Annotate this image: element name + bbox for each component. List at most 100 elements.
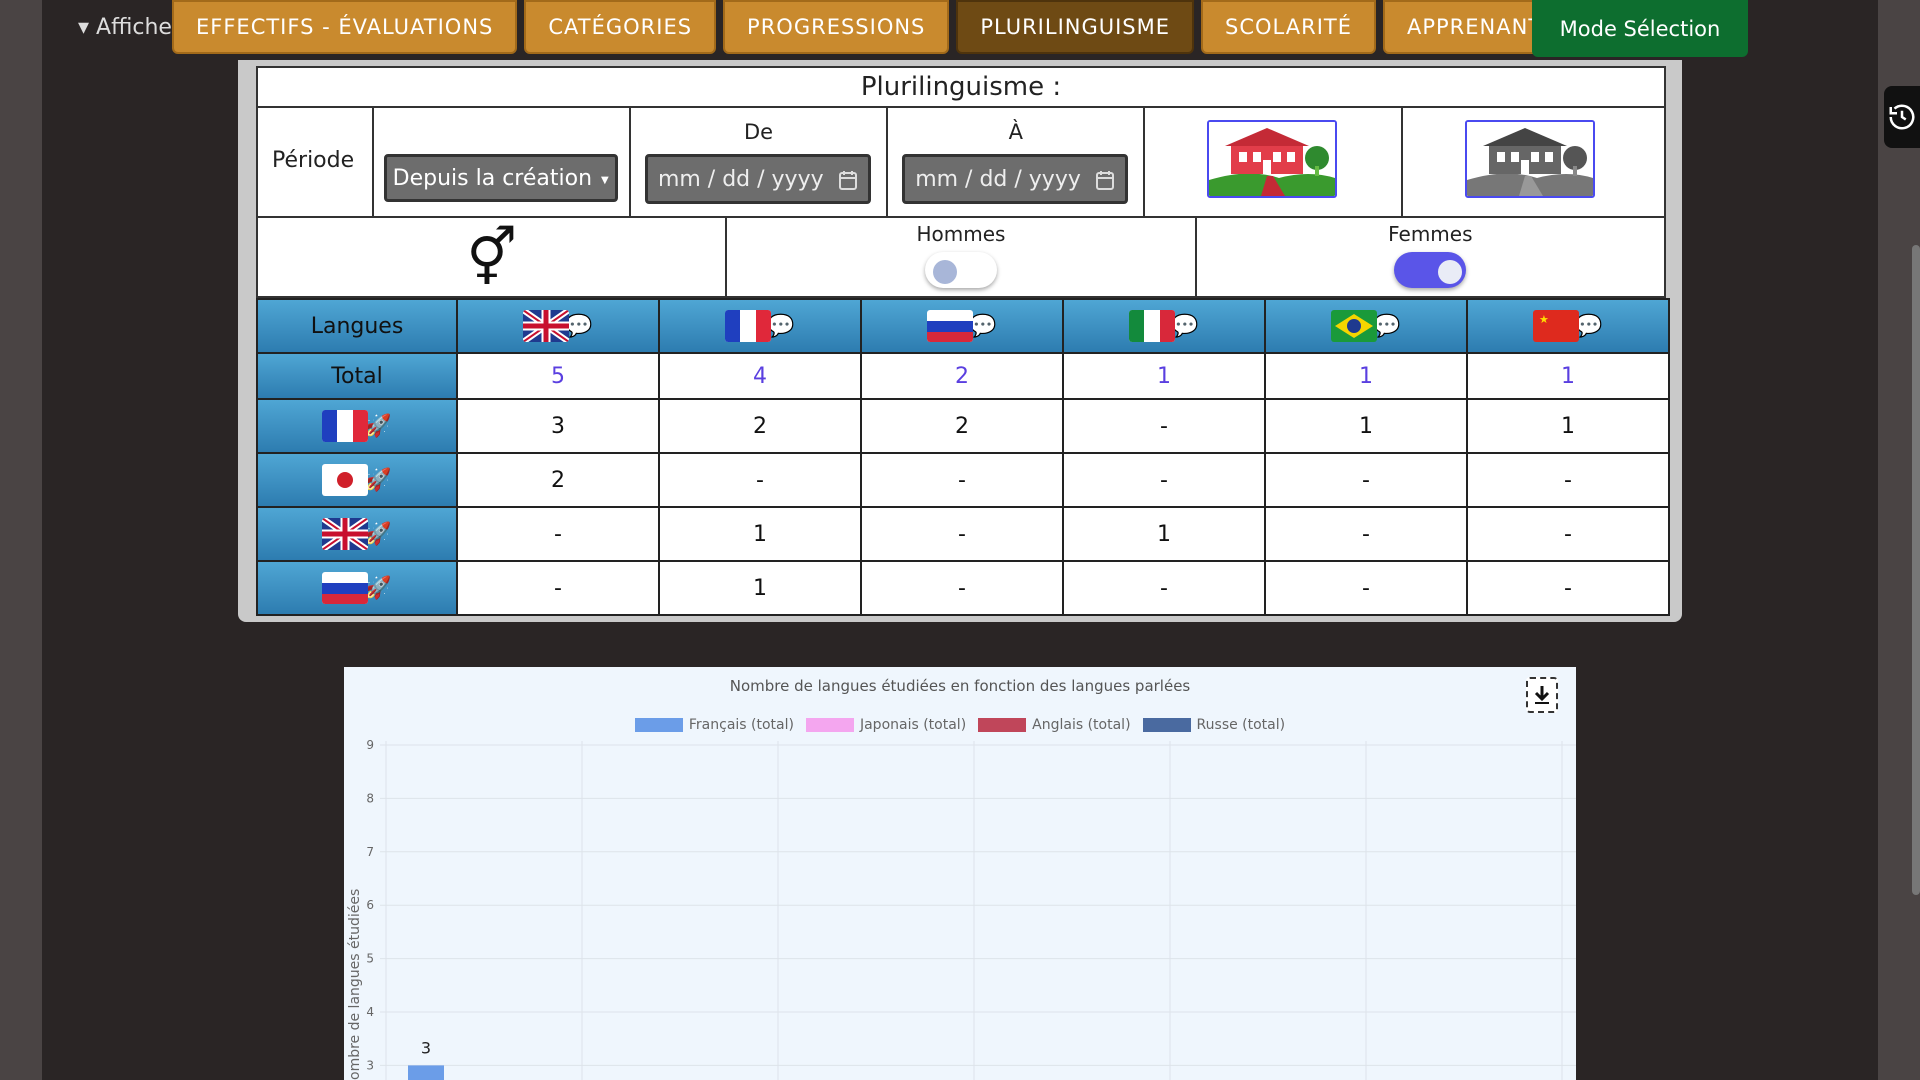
speech-bubble-icon: 💬 bbox=[969, 313, 997, 339]
table-cell: - bbox=[1062, 398, 1266, 454]
calendar-icon[interactable] bbox=[838, 169, 858, 191]
table-cell: - bbox=[658, 452, 862, 508]
date-to-input[interactable]: mm / dd / yyyy bbox=[902, 154, 1129, 204]
table-cell: 2 bbox=[860, 398, 1064, 454]
toggle-knob bbox=[932, 260, 957, 284]
afficher-toggle[interactable]: ▾ Affiche bbox=[78, 15, 172, 40]
total-cell: 5 bbox=[456, 352, 660, 400]
rocket-icon: 🚀 bbox=[364, 521, 392, 547]
langues-header: Langues bbox=[256, 298, 458, 354]
spoken-lang-ru: 🚀 bbox=[256, 560, 458, 616]
y-tick-label: 7 bbox=[366, 845, 374, 859]
y-tick-label: 3 bbox=[366, 1058, 374, 1072]
panel-title: Plurilinguisme : bbox=[256, 66, 1666, 108]
speech-bubble-icon: 💬 bbox=[1373, 313, 1401, 339]
date-to-cell: À mm / dd / yyyy bbox=[888, 108, 1146, 216]
speech-bubble-icon: 💬 bbox=[767, 313, 795, 339]
page-margin-left bbox=[0, 0, 42, 1080]
a-label: À bbox=[1008, 120, 1024, 144]
tab-progressions[interactable]: PROGRESSIONS bbox=[723, 0, 950, 54]
flag-fr-icon bbox=[322, 410, 369, 442]
table-cell: - bbox=[860, 560, 1064, 616]
y-axis-label: ombre de langues étudiées bbox=[347, 889, 363, 1080]
tab-plurilinguisme[interactable]: PLURILINGUISME bbox=[956, 0, 1195, 54]
table-cell: 1 bbox=[1062, 506, 1266, 562]
rocket-icon: 🚀 bbox=[364, 413, 392, 439]
tab-bar: EFFECTIFS - ÉVALUATIONS CATÉGORIES PROGRES… bbox=[172, 0, 1581, 55]
periode-label: Période bbox=[272, 148, 355, 173]
periode-select[interactable]: Depuis la création ▼ bbox=[383, 154, 618, 202]
studied-lang-gb: 💬 bbox=[456, 298, 660, 354]
tab-scolarit-[interactable]: SCOLARITÉ bbox=[1201, 0, 1376, 54]
table-cell: 1 bbox=[658, 560, 862, 616]
table-cell: 1 bbox=[1264, 398, 1468, 454]
periode-select-cell: Depuis la création ▼ bbox=[374, 108, 631, 216]
speech-bubble-icon: 💬 bbox=[565, 313, 593, 339]
history-icon bbox=[1889, 104, 1915, 130]
table-cell: - bbox=[1264, 452, 1468, 508]
total-cell: 4 bbox=[658, 352, 862, 400]
y-tick-label: 9 bbox=[366, 738, 374, 752]
table-cell: - bbox=[1466, 452, 1670, 508]
mode-selection-button[interactable]: Mode Sélection bbox=[1532, 0, 1748, 57]
hommes-toggle[interactable] bbox=[924, 252, 997, 288]
house-gray-button[interactable] bbox=[1464, 120, 1595, 198]
spoken-lang-gb: 🚀 bbox=[256, 506, 458, 562]
studied-lang-it: 💬 bbox=[1062, 298, 1266, 354]
flag-jp-icon bbox=[322, 464, 369, 496]
house-gray-icon bbox=[1466, 122, 1593, 196]
table-cell: 2 bbox=[658, 398, 862, 454]
chart-plot: 9876543ombre de langues étudiées 3 bbox=[347, 738, 1576, 1080]
tab-cat-gories[interactable]: CATÉGORIES bbox=[524, 0, 717, 54]
femmes-toggle[interactable] bbox=[1394, 252, 1467, 288]
date-from-placeholder: mm / dd / yyyy bbox=[657, 166, 824, 192]
table-cell: - bbox=[1062, 560, 1266, 616]
gender-symbol-cell: ⚥ bbox=[258, 218, 728, 296]
chevron-down-icon: ▼ bbox=[600, 175, 609, 186]
bar bbox=[408, 1065, 444, 1080]
studied-lang-cn: ★ 💬 bbox=[1466, 298, 1670, 354]
flag-gb-icon bbox=[322, 518, 369, 550]
house-red-icon bbox=[1209, 122, 1336, 196]
total-cell: 1 bbox=[1466, 352, 1670, 400]
total-cell: 2 bbox=[860, 352, 1064, 400]
table-cell: - bbox=[1466, 560, 1670, 616]
tab-effectifs-valuations[interactable]: EFFECTIFS - ÉVALUATIONS bbox=[172, 0, 518, 54]
table-cell: 2 bbox=[456, 452, 660, 508]
total-cell: 1 bbox=[1062, 352, 1266, 400]
total-cell: 1 bbox=[1264, 352, 1468, 400]
y-tick-label: 6 bbox=[366, 898, 374, 912]
femmes-label: Femmes bbox=[1388, 222, 1473, 246]
table-cell: - bbox=[860, 452, 1064, 508]
studied-lang-fr: 💬 bbox=[658, 298, 862, 354]
studied-lang-br: 💬 bbox=[1264, 298, 1468, 354]
flag-cn-icon: ★ bbox=[1533, 310, 1580, 342]
flag-gb-icon bbox=[523, 310, 570, 342]
gender-row: ⚥ Hommes Femmes bbox=[256, 218, 1666, 298]
speech-bubble-icon: 💬 bbox=[1575, 313, 1603, 339]
date-from-cell: De mm / dd / yyyy bbox=[631, 108, 889, 216]
table-cell: - bbox=[456, 560, 660, 616]
rocket-icon: 🚀 bbox=[364, 467, 392, 493]
spoken-lang-fr: 🚀 bbox=[256, 398, 458, 454]
date-to-placeholder: mm / dd / yyyy bbox=[915, 166, 1081, 192]
history-button[interactable] bbox=[1884, 86, 1920, 148]
languages-table: Langues 💬 💬 💬 💬 💬 ★ 💬 Total 5 4 2 1 1 1 🚀 3 2 2-1 1 🚀 2- - - - - 🚀… bbox=[256, 298, 1670, 616]
scrollbar[interactable] bbox=[1912, 245, 1920, 895]
house-color-button[interactable] bbox=[1207, 120, 1338, 198]
date-from-input[interactable]: mm / dd / yyyy bbox=[644, 154, 871, 204]
y-tick-label: 5 bbox=[366, 952, 374, 966]
speech-bubble-icon: 💬 bbox=[1171, 313, 1199, 339]
table-cell: - bbox=[1264, 506, 1468, 562]
calendar-icon[interactable] bbox=[1095, 169, 1115, 191]
table-cell: - bbox=[860, 506, 1064, 562]
rocket-icon: 🚀 bbox=[364, 575, 392, 601]
spoken-lang-jp: 🚀 bbox=[256, 452, 458, 508]
house-gray-cell bbox=[1403, 108, 1664, 216]
flag-fr-icon bbox=[725, 310, 772, 342]
filter-row: Période Depuis la création ▼ De mm / dd … bbox=[256, 108, 1666, 218]
de-label: De bbox=[744, 120, 774, 144]
flag-ru-icon bbox=[927, 310, 974, 342]
table-cell: 3 bbox=[456, 398, 660, 454]
periode-select-value: Depuis la création bbox=[392, 165, 593, 191]
